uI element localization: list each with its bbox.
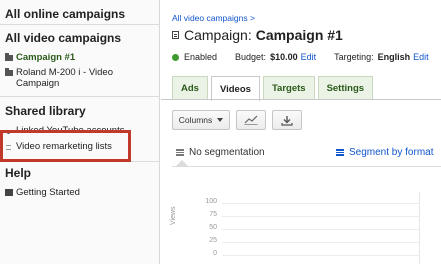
segmentation-icon (176, 149, 184, 156)
campaign-name: Campaign #1 (255, 27, 343, 43)
sidebar-section-help: Help (5, 166, 32, 180)
highlight-box (0, 130, 131, 162)
folder-icon (5, 53, 14, 64)
sidebar-section-shared-library: Shared library (5, 104, 86, 118)
columns-label: Columns (178, 115, 213, 125)
chevron-down-icon (217, 118, 224, 122)
breadcrumb[interactable]: All video campaigns > (172, 13, 255, 23)
chart-y-axis-label: Views (170, 206, 177, 225)
sidebar-item-label-line2: Campaign (16, 78, 60, 89)
download-button[interactable] (272, 110, 302, 130)
segment-icon (336, 149, 344, 156)
gridline (222, 216, 420, 217)
main-panel: All video campaigns > Campaign: Campaign… (161, 0, 441, 264)
title-prefix: Campaign: (184, 27, 252, 43)
folder-icon (5, 68, 14, 79)
gridline (222, 229, 420, 230)
y-tick: 75 (209, 211, 217, 218)
page-title: Campaign: Campaign #1 (172, 27, 343, 43)
segment-link-label: Segment by format (349, 147, 434, 158)
targeting-label: Targeting: (334, 52, 374, 62)
book-icon (5, 188, 14, 199)
download-icon (281, 115, 293, 126)
tab-targets[interactable]: Targets (262, 76, 315, 100)
sidebar-item-all-video-campaigns[interactable]: All video campaigns (0, 31, 160, 45)
segmentation-status: No segmentation (176, 147, 265, 158)
targeting-edit-link[interactable]: Edit (413, 52, 429, 62)
budget-label: Budget: (235, 52, 267, 62)
sidebar-item-campaign-1[interactable]: Campaign #1 (0, 52, 160, 64)
sidebar-item-label: Campaign #1 (16, 52, 76, 63)
tab-ads[interactable]: Ads (172, 76, 208, 100)
sidebar-divider (0, 24, 160, 25)
budget-edit-link[interactable]: Edit (301, 52, 317, 62)
line-chart-icon (244, 115, 258, 125)
sidebar-item-label-line1: Roland M-200 i - Video (16, 67, 113, 78)
sidebar-divider (0, 96, 160, 97)
chart-toggle-button[interactable] (236, 110, 266, 130)
gridline (222, 255, 420, 256)
status-enabled-icon (172, 53, 179, 61)
tab-underline (161, 99, 441, 100)
columns-button[interactable]: Columns (172, 110, 230, 130)
campaign-icon (172, 31, 179, 39)
status-label: Enabled (184, 52, 218, 62)
y-tick: 25 (209, 237, 217, 244)
gridline (222, 242, 420, 243)
sidebar-item-getting-started[interactable]: Getting Started (0, 187, 160, 199)
chart-vertical-line (419, 192, 420, 264)
sidebar-item-label: Roland M-200 i - Video Campaign (16, 67, 113, 89)
tab-bar: Ads Videos Targets Settings (172, 76, 376, 101)
segmentation-label: No segmentation (189, 147, 265, 158)
segment-by-format-link[interactable]: Segment by format (336, 147, 433, 158)
toolbar: Columns (172, 110, 308, 130)
tab-settings[interactable]: Settings (317, 76, 374, 100)
sidebar-item-roland-campaign[interactable]: Roland M-200 i - Video Campaign (0, 67, 160, 89)
budget-value: $10.00 (270, 52, 298, 62)
targeting-value: English (377, 52, 411, 62)
sidebar-item-label: Getting Started (16, 187, 80, 198)
sidebar-item-all-online-campaigns[interactable]: All online campaigns (0, 7, 160, 21)
y-tick: 100 (205, 198, 217, 205)
campaign-status-bar: Enabled Budget: $10.00 Edit Targeting: E… (172, 52, 429, 62)
tab-videos[interactable]: Videos (210, 76, 260, 101)
y-tick: 50 (209, 224, 217, 231)
y-tick: 0 (213, 250, 217, 257)
gridline (222, 203, 420, 204)
